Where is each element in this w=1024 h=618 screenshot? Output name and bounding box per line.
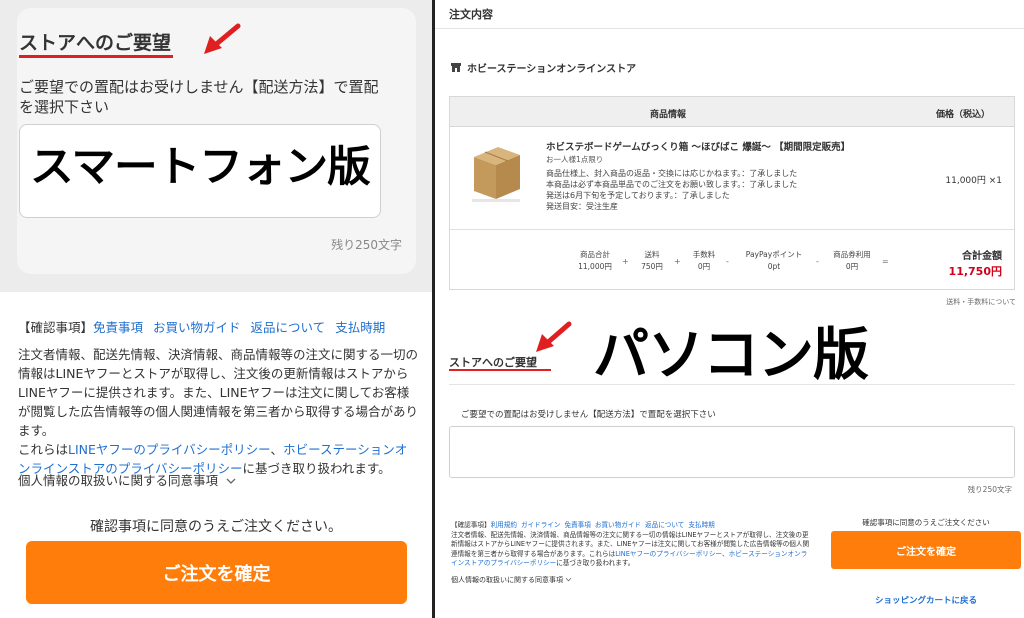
summary-fee: 手数料 0円 (686, 249, 722, 273)
summary-label: 手数料 (692, 250, 716, 259)
item-note: 発送目安：受注生産 (546, 202, 618, 211)
summary-label: PayPayポイント (745, 250, 803, 259)
item-note: 本商品は必ず本商品単品でのご注文をお願い致します。：了承しました (546, 180, 798, 189)
red-arrow-icon (536, 321, 572, 352)
summary-subtotal: 商品合計 11,000円 (572, 249, 618, 273)
total-value: 11,750円 (948, 265, 1002, 278)
pc-order-table: 商品情報 価格（税込） ホビステボードゲームびっくり箱 〜ほびばこ 爆誕〜 【期… (449, 96, 1015, 290)
link-disclaimer[interactable]: 免責事項 (93, 320, 143, 335)
pc-request-textarea[interactable] (449, 426, 1015, 478)
pc-consent-toggle[interactable]: 個人情報の取扱いに関する同意事項 (451, 575, 572, 585)
smartphone-remaining-count: 残り250文字 (331, 238, 402, 252)
divider-line (450, 229, 1014, 230)
divider-line (449, 384, 1015, 385)
link-lineyahoo-privacy[interactable]: LINEヤフーのプライバシーポリシー (68, 442, 271, 457)
item-note: 発送は6月下旬を予定しております。：了承しました (546, 191, 730, 200)
summary-operator: = (882, 257, 889, 266)
store-name: ホビーステーションオンラインストア (467, 64, 637, 75)
pc-remaining-count: 残り250文字 (967, 485, 1012, 494)
summary-label: 商品券利用 (833, 250, 871, 259)
smartphone-request-textarea[interactable]: スマートフォン版 (19, 124, 381, 218)
fee-note-link[interactable]: 送料・手数料について (946, 297, 1016, 307)
summary-paypay-points: PayPayポイント 0pt (736, 249, 812, 273)
smartphone-confirm-section: 【確認事項】免責事項 お買い物ガイド 返品について 支払時期 注文者情報、配送先情報、… (18, 318, 418, 478)
link-payment-timing[interactable]: 支払時期 (335, 320, 385, 335)
confirm-heading: 【確認事項】 (451, 521, 491, 529)
consent-toggle-label: 個人情報の取扱いに関する同意事項 (451, 576, 563, 584)
smartphone-request-description: ご要望での置配はお受けしません【配送方法】で置配を選択下さい (19, 78, 379, 116)
summary-value: 0pt (767, 262, 781, 271)
summary-shipping: 送料 750円 (634, 249, 670, 273)
summary-value: 0円 (845, 262, 859, 271)
summary-value: 11,000円 (578, 262, 612, 271)
red-underline-annotation (449, 369, 551, 371)
smartphone-agree-text: 確認事項に同意のうえご注文ください。 (90, 519, 342, 535)
table-header: 商品情報 価格（税込） (450, 97, 1014, 127)
store-icon (451, 63, 461, 72)
item-name[interactable]: ホビステボードゲームびっくり箱 〜ほびばこ 爆誕〜 【期間限定販売】 (546, 139, 850, 153)
summary-label: 商品合計 (580, 250, 610, 259)
confirm-body: 注文者情報、配送先情報、決済情報、商品情報等の注文に関する一切の情報はLINEヤ… (18, 347, 419, 438)
pc-confirm-section: 【確認事項】利用規約 ガイドライン 免責事項 お買い物ガイド 返品について 支払時期 注文… (451, 521, 811, 569)
link-terms[interactable]: 利用規約 (491, 521, 517, 529)
pc-confirm-links: 【確認事項】利用規約 ガイドライン 免責事項 お買い物ガイド 返品について 支払時期 (451, 521, 811, 531)
privacy-separator: 、 (722, 549, 729, 558)
red-underline-annotation (19, 55, 173, 58)
pc-order-title: 注文内容 (449, 8, 493, 21)
chevron-down-icon (565, 577, 572, 582)
link-disclaimer[interactable]: 免責事項 (565, 521, 591, 529)
confirm-body: 注文者情報、配送先情報、決済情報、商品情報等の注文に関する一切の情報はLINEヤ… (451, 531, 811, 569)
pc-agree-text: 確認事項に同意のうえご注文ください (862, 518, 990, 527)
link-shopping-guide[interactable]: お買い物ガイド (595, 521, 641, 529)
consent-toggle-label: 個人情報の取扱いに関する同意事項 (18, 473, 219, 488)
pc-panel: 注文内容 ホビーステーションオンラインストア 商品情報 価格（税込） ホビステボ… (435, 0, 1024, 618)
item-notes: 商品仕様上、封入商品の返品・交換には応じかねます。：了承しました 本商品は必ず本… (546, 168, 797, 212)
privacy-separator: 、 (270, 442, 284, 457)
confirm-heading: 【確認事項】 (18, 320, 94, 335)
smartphone-version-label: スマートフォン版 (30, 142, 371, 191)
pc-store-row: ホビーステーションオンラインストア (451, 60, 636, 75)
privacy-prefix: これらは (18, 442, 69, 457)
summary-value: 0円 (697, 262, 711, 271)
summary-label: 送料 (644, 250, 660, 259)
privacy-suffix: に基づき取り扱われます。 (242, 461, 391, 476)
summary-coupon: 商品券利用 0円 (826, 249, 878, 273)
link-returns[interactable]: 返品について (645, 521, 684, 529)
red-arrow-icon (204, 23, 241, 54)
smartphone-panel: ストアへのご要望 ご要望での置配はお受けしません【配送方法】で置配を選択下さい … (0, 0, 432, 618)
link-payment-timing[interactable]: 支払時期 (688, 521, 714, 529)
chevron-down-icon (226, 478, 236, 484)
item-limit: お一人様1点限り (546, 155, 604, 164)
pc-request-description: ご要望での置配はお受けしません【配送方法】で置配を選択下さい (461, 410, 716, 420)
pc-version-label: パソコン版 (593, 323, 869, 388)
product-box-image (472, 147, 520, 202)
smartphone-confirm-links: 【確認事項】免責事項 お買い物ガイド 返品について 支払時期 (18, 318, 418, 337)
total-label: 合計金額 (962, 251, 1002, 262)
summary-value: 750円 (641, 262, 663, 271)
smartphone-consent-toggle[interactable]: 個人情報の取扱いに関する同意事項 (18, 470, 236, 489)
summary-operator: - (726, 257, 729, 266)
link-returns[interactable]: 返品について (251, 320, 326, 335)
link-shopping-guide[interactable]: お買い物ガイド (153, 320, 241, 335)
header-item-info: 商品情報 (650, 110, 687, 120)
pc-confirm-order-button[interactable]: ご注文を確定 (831, 531, 1021, 569)
divider-line (435, 28, 1024, 29)
smartphone-request-title: ストアへのご要望 (19, 32, 172, 54)
item-note: 商品仕様上、封入商品の返品・交換には応じかねます。：了承しました (546, 169, 798, 178)
link-guidelines[interactable]: ガイドライン (521, 521, 561, 529)
back-to-cart-link[interactable]: ショッピングカートに戻る (831, 594, 1021, 606)
pc-request-title: ストアへのご要望 (449, 356, 537, 369)
summary-operator: - (816, 257, 819, 266)
privacy-suffix: に基づき取り扱われます。 (556, 559, 635, 568)
summary-operator: + (674, 257, 681, 266)
item-price: 11,000円 ×1 (945, 176, 1002, 186)
header-price: 価格（税込） (935, 110, 990, 120)
link-lineyahoo-privacy[interactable]: LINEヤフーのプライバシーポリシー (615, 550, 722, 558)
summary-operator: + (622, 257, 629, 266)
smartphone-confirm-order-button[interactable]: ご注文を確定 (26, 541, 407, 604)
